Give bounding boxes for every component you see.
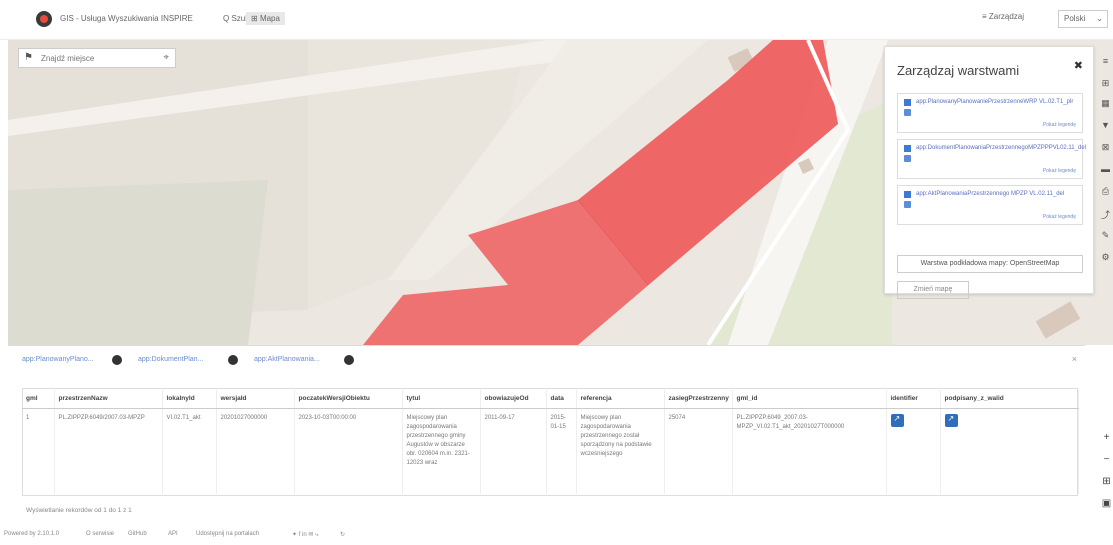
layer-style-icon (904, 201, 911, 208)
manage-layers-button[interactable]: ≡ Zarządzaj (982, 12, 1024, 21)
cell-poczatek-wersji: 2023-10-03T00:00:00 (294, 408, 403, 494)
basemap-select[interactable]: Warstwa podkładowa mapy: OpenStreetMap (897, 255, 1083, 273)
layer-name: app:DokumentPlanowaniaPrzestrzennegoMPZP… (916, 145, 1086, 151)
cell-gml-id: PL.ZIPPZP.6049_2007.03-MPZP_VI.02.T1_akt… (732, 408, 887, 494)
column-header[interactable]: tytul (402, 390, 481, 409)
layers-tool-icon[interactable]: ≡ (1098, 56, 1113, 66)
filter-tool-icon[interactable]: ▼ (1098, 120, 1113, 130)
column-header[interactable]: podpisany_z_walid (940, 390, 1079, 409)
external-link-icon[interactable] (890, 413, 904, 427)
column-header[interactable]: referencja (576, 390, 665, 409)
close-tab-icon[interactable] (112, 355, 122, 365)
column-header[interactable]: zasiegPrzestrzenny (664, 390, 733, 409)
show-legend-link[interactable]: Pokaż legendę (1043, 122, 1076, 128)
chevron-down-icon: ⌄ (1096, 14, 1103, 23)
layer-style-icon (904, 155, 911, 162)
locate-icon[interactable]: ⌖ (163, 52, 169, 63)
language-select[interactable]: Polski ⌄ (1058, 10, 1108, 28)
column-header[interactable]: gml_id (732, 390, 887, 409)
column-header[interactable]: identifier (886, 390, 941, 409)
footer-refresh-icon[interactable]: ↻ (340, 531, 345, 538)
cell-tytul: Miejscowy plan zagospodarowania przestrz… (402, 408, 481, 494)
manage-label: Zarządzaj (988, 12, 1025, 21)
layer-checkbox[interactable] (904, 145, 911, 152)
footer-social-icons[interactable]: ✦ f in ✉ ⤷ (292, 531, 318, 539)
layer-panel-title: Zarządzaj warstwami (897, 63, 1020, 78)
column-header[interactable]: obowiazujeOd (480, 390, 547, 409)
map-pin-icon: ⚑ (24, 52, 33, 63)
column-header[interactable]: data (546, 390, 577, 409)
place-search-box[interactable]: ⚑ ⌖ (18, 48, 176, 68)
zoom-out-icon[interactable]: − (1100, 454, 1113, 465)
nav-map[interactable]: ⊞ Mapa (246, 12, 285, 25)
cell-identifier (886, 408, 941, 494)
layer-manager-panel: Zarządzaj warstwami ✖ app:PlanowanyPlano… (884, 46, 1094, 299)
table-tool-icon[interactable]: ▦ (1098, 98, 1113, 109)
layer-item: app:PlanowanyPlanowaniePrzestrzenneWRP V… (897, 93, 1083, 133)
cell-przestrzen-nazw: PL.ZIPPZP.6049/2007.03-MPZP (54, 408, 163, 494)
footer-github-link[interactable]: GitHub (128, 531, 147, 537)
column-header[interactable]: wersjaId (216, 390, 295, 409)
column-header[interactable]: lokalnyId (162, 390, 217, 409)
extent-icon[interactable]: ▣ (1100, 498, 1113, 509)
close-panel-icon[interactable]: × (1072, 354, 1077, 364)
table-row-info: Wyświetlanie rekordów od 1 do 1 z 1 (26, 507, 132, 514)
column-header[interactable]: przestrzenNazw (54, 390, 163, 409)
nav-map-label: Mapa (259, 14, 280, 23)
close-tab-icon[interactable] (344, 355, 354, 365)
cell-data: 2015-01-15 (546, 408, 577, 494)
app-logo[interactable] (36, 11, 52, 27)
measure-tool-icon[interactable]: ⤴ (1098, 208, 1113, 221)
place-search-input[interactable] (41, 52, 151, 65)
show-legend-link[interactable]: Pokaż legendę (1043, 168, 1076, 174)
layer-name: app:AktPlanowaniaPrzestrzennego MPZP VL.… (916, 191, 1065, 197)
show-legend-link[interactable]: Pokaż legendę (1043, 214, 1076, 220)
footer: Powered by 2.10.1.0 O serwisie GitHub AP… (0, 527, 1113, 545)
footer-share-label: Udostępnij na portalach (196, 531, 260, 537)
external-link-icon[interactable] (944, 413, 958, 427)
cell-obowiazuje-od: 2011-09-17 (480, 408, 547, 494)
cell-podpisany (940, 408, 1079, 494)
zoom-in-icon[interactable]: + (1100, 432, 1113, 443)
close-tab-icon[interactable] (228, 355, 238, 365)
folder-tool-icon[interactable]: ▬ (1098, 164, 1113, 174)
fullscreen-icon[interactable]: ⊞ (1100, 476, 1113, 487)
table-header-row: gml przestrzenNazw lokalnyId wersjaId po… (22, 390, 1079, 409)
language-value: Polski (1064, 14, 1086, 23)
cell-referencja: Miejscowy plan zagospodarowania przestrz… (576, 408, 665, 494)
cell-gml: 1 (22, 408, 55, 494)
top-navigation-bar: GIS - Usługa Wyszukiwania INSPIRE Q Szuk… (0, 0, 1113, 40)
attribute-table-panel: app:PlanowanyPlano... app:DokumentPlan..… (8, 345, 1085, 525)
layer-checkbox[interactable] (904, 99, 911, 106)
tab-layer-2[interactable]: app:DokumentPlan... (138, 356, 203, 363)
attribute-table: gml przestrzenNazw lokalnyId wersjaId po… (22, 390, 1079, 494)
column-header[interactable]: gml (22, 390, 55, 409)
footer-version: Powered by 2.10.1.0 (4, 531, 60, 537)
table-row[interactable]: 1 PL.ZIPPZP.6049/2007.03-MPZP VI.02.T1_a… (22, 408, 1079, 494)
layer-name: app:PlanowanyPlanowaniePrzestrzenneWRP V… (916, 99, 1074, 105)
close-icon[interactable]: ✖ (1074, 59, 1083, 72)
layer-item: app:DokumentPlanowaniaPrzestrzennegoMPZP… (897, 139, 1086, 179)
print-tool-icon[interactable]: ⎙ (1098, 186, 1113, 197)
layer-checkbox[interactable] (904, 191, 911, 198)
app-title[interactable]: GIS - Usługa Wyszukiwania INSPIRE (60, 14, 193, 23)
cell-lokalny-id: VI.02.T1_akt (162, 408, 217, 494)
map-icon: ⊞ (251, 14, 260, 23)
tab-layer-1[interactable]: app:PlanowanyPlano... (22, 356, 94, 363)
clear-map-button[interactable]: Zmień mapę (897, 281, 969, 299)
footer-api-link[interactable]: API (168, 531, 178, 537)
layer-item: app:AktPlanowaniaPrzestrzennego MPZP VL.… (897, 185, 1083, 225)
column-header[interactable]: poczatekWersjiObiektu (294, 390, 403, 409)
grid-tool-icon[interactable]: ⊞ (1098, 78, 1113, 89)
cell-wersja-id: 20201027000000 (216, 408, 295, 494)
tab-layer-3[interactable]: app:AktPlanowania... (254, 356, 320, 363)
settings-tool-icon[interactable]: ⚙ (1098, 252, 1113, 263)
layers-icon: ≡ (982, 12, 989, 21)
cell-zasieg: 25074 (664, 408, 733, 494)
layer-style-icon (904, 109, 911, 116)
crop-tool-icon[interactable]: ⊠ (1098, 142, 1113, 153)
footer-about-link[interactable]: O serwisie (86, 531, 114, 537)
edit-tool-icon[interactable]: ✎ (1098, 230, 1113, 241)
